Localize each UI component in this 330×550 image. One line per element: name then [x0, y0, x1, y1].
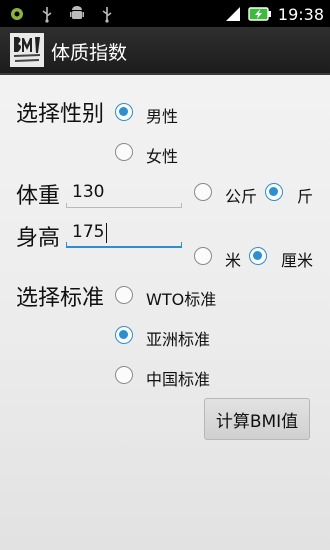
weight-input-underline — [66, 203, 182, 208]
radio-standard-wto-label[interactable]: WTO标准 — [146, 286, 216, 310]
weight-label: 体重 — [16, 184, 61, 209]
radio-standard-wto[interactable] — [115, 286, 133, 304]
height-label: 身高 — [16, 226, 61, 251]
battery-charging-icon — [248, 7, 271, 21]
weight-input[interactable] — [66, 178, 182, 206]
radio-unit-jin[interactable] — [265, 183, 283, 201]
app-title: 体质指数 — [51, 42, 128, 64]
gender-label: 选择性别 — [16, 102, 105, 127]
radio-unit-kg-label[interactable]: 公斤 — [225, 183, 257, 207]
height-input[interactable] — [66, 218, 182, 246]
radio-standard-asia[interactable] — [115, 326, 133, 344]
action-bar: 体质指数 — [0, 27, 330, 75]
system-icons: 19:38 — [224, 3, 324, 25]
radio-unit-meter-label[interactable]: 米 — [225, 247, 241, 271]
signal-icon — [225, 7, 240, 21]
radio-unit-jin-label[interactable]: 斤 — [297, 183, 313, 207]
bmi-app-icon[interactable] — [10, 33, 44, 67]
status-bar: 19:38 — [0, 0, 330, 27]
radio-standard-china-label[interactable]: 中国标准 — [146, 366, 210, 390]
radio-standard-asia-label[interactable]: 亚洲标准 — [146, 326, 210, 350]
radio-unit-meter[interactable] — [194, 247, 212, 265]
android-robot-icon — [70, 6, 84, 19]
standard-label: 选择标准 — [16, 286, 105, 311]
usb-icon — [42, 7, 52, 23]
radio-standard-china[interactable] — [115, 366, 133, 384]
radio-unit-kg[interactable] — [194, 183, 212, 201]
usb-icon — [102, 7, 112, 23]
radio-male-label[interactable]: 男性 — [146, 103, 178, 127]
height-input-underline — [66, 242, 182, 248]
radio-female-label[interactable]: 女性 — [146, 143, 178, 167]
radio-female[interactable] — [115, 143, 133, 161]
android-debug-icon — [11, 8, 23, 20]
radio-male[interactable] — [115, 103, 133, 121]
clock: 19:38 — [277, 4, 324, 24]
calculate-bmi-button[interactable]: 计算BMI值 — [204, 398, 310, 440]
notification-icons — [8, 5, 116, 23]
text-cursor — [106, 223, 107, 243]
radio-unit-cm[interactable] — [249, 247, 267, 265]
radio-unit-cm-label[interactable]: 厘米 — [281, 247, 313, 271]
